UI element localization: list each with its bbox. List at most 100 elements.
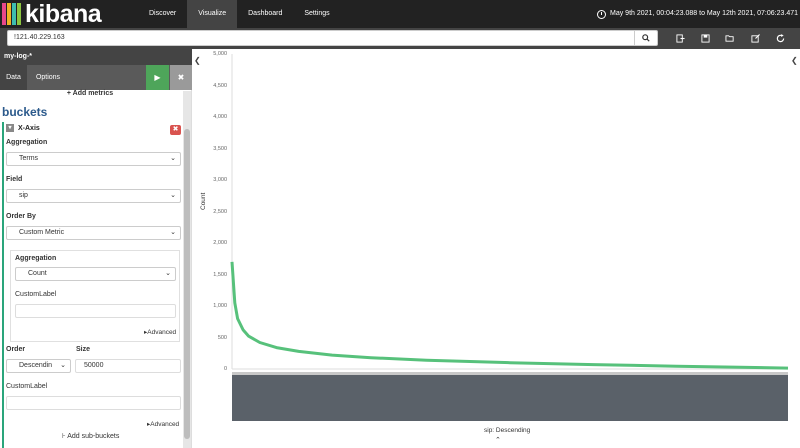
branch-icon: ⊦: [62, 433, 66, 440]
close-icon: ✖: [177, 73, 185, 82]
plus-icon: +: [66, 90, 71, 97]
new-icon: [675, 33, 685, 43]
add-metrics-button[interactable]: + Add metrics: [0, 90, 180, 102]
x-axis-header[interactable]: ▾ X-Axis: [6, 124, 40, 132]
nav-settings[interactable]: Settings: [293, 0, 340, 28]
collapse-sidebar-button[interactable]: ❮: [194, 56, 201, 65]
tab-options[interactable]: Options: [27, 65, 69, 90]
share-icon: [750, 33, 760, 43]
aggregation-select[interactable]: Terms ⌄: [6, 152, 181, 166]
search-button[interactable]: [634, 30, 658, 46]
y-tick-label: 4,000: [213, 114, 227, 120]
kibana-window: kibana Discover Visualize Dashboard Sett…: [0, 0, 800, 448]
sidebar-scrollbar-thumb[interactable]: [184, 129, 190, 439]
add-sub-buckets-button[interactable]: ⊦ Add sub-buckets: [62, 432, 119, 440]
time-picker[interactable]: May 9th 2021, 00:04:23.088 to May 12th 2…: [597, 0, 798, 28]
x-axis-title: sip: Descending: [484, 427, 531, 434]
nav-discover[interactable]: Discover: [138, 0, 187, 28]
add-sub-buckets-label: Add sub-buckets: [67, 433, 120, 440]
time-range-text: May 9th 2021, 00:04:23.088 to May 12th 2…: [610, 10, 798, 17]
chevron-left-icon: ❮: [194, 56, 201, 65]
custom-label-label: CustomLabel: [6, 383, 48, 390]
y-tick-label: 0: [223, 366, 227, 372]
save-button[interactable]: [695, 30, 715, 46]
open-button[interactable]: [720, 30, 740, 46]
order-value: Descendin: [19, 362, 53, 369]
order-by-label: Order By: [6, 213, 36, 220]
query-input[interactable]: !121.40.229.163: [7, 30, 635, 46]
tab-data[interactable]: Data: [0, 65, 27, 90]
kibana-logo[interactable]: kibana: [0, 0, 138, 28]
apply-changes-button[interactable]: ▶: [146, 65, 169, 90]
y-tick-label: 3,000: [213, 177, 227, 183]
y-tick-label: 1,500: [213, 271, 227, 278]
y-tick-label: 5,000: [213, 51, 227, 57]
y-tick-label: 4,500: [213, 82, 227, 89]
index-pattern-title: my-log-*: [0, 49, 192, 65]
y-tick-label: 1,000: [213, 303, 227, 309]
order-by-value: Custom Metric: [19, 229, 65, 236]
logo-bar-pink: [2, 3, 6, 25]
metric-aggregation-label: Aggregation: [15, 255, 57, 262]
metric-custom-label-label: CustomLabel: [15, 291, 57, 298]
custom-metric-panel: Aggregation Count ⌄ CustomLabel ▸Advance…: [10, 250, 180, 342]
clock-icon: [597, 9, 607, 19]
metric-advanced-label: Advanced: [147, 329, 177, 336]
chevron-down-icon: ⌄: [60, 362, 66, 369]
add-metrics-label: Add metrics: [72, 90, 114, 97]
sidebar-tabs: Data Options ▶ ✖: [0, 65, 192, 90]
y-tick-label: 2,000: [213, 240, 227, 246]
logo-text: kibana: [25, 0, 102, 28]
metric-aggregation-value: Count: [28, 270, 47, 277]
aggregation-value: Terms: [19, 155, 39, 162]
chevron-down-icon: ⌄: [170, 229, 176, 236]
metric-advanced-toggle[interactable]: ▸Advanced: [144, 328, 176, 336]
field-label: Field: [6, 176, 23, 183]
play-icon: ▶: [154, 73, 161, 82]
new-visualization-button[interactable]: [670, 30, 690, 46]
logo-bar-green: [17, 3, 21, 25]
nav-dashboard[interactable]: Dashboard: [237, 0, 293, 28]
save-icon: [700, 33, 710, 43]
order-label: Order: [6, 346, 26, 353]
custom-label-input[interactable]: [6, 396, 181, 410]
size-input[interactable]: 50000: [75, 359, 181, 373]
x-axis-title: X-Axis: [18, 124, 40, 132]
logo-mark: [2, 3, 22, 25]
chevron-left-icon: ❮: [791, 56, 798, 65]
top-nav: kibana Discover Visualize Dashboard Sett…: [0, 0, 800, 28]
chevron-down-icon: ⌄: [165, 270, 171, 277]
x-axis-bucket-panel: ▾ X-Axis ✖ Aggregation Terms ⌄ Field sip…: [2, 122, 182, 448]
y-tick-label: 3,500: [213, 145, 227, 152]
metric-aggregation-select[interactable]: Count ⌄: [15, 267, 176, 281]
discard-changes-button[interactable]: ✖: [170, 65, 192, 90]
refresh-button[interactable]: [770, 30, 790, 46]
toggle-spy-button[interactable]: ⌃: [495, 436, 501, 444]
advanced-toggle[interactable]: ▸Advanced: [147, 420, 179, 428]
chevron-down-icon: ⌄: [170, 155, 176, 162]
field-value: sip: [19, 192, 28, 199]
logo-bar-yellow: [7, 3, 11, 25]
visualization-panel: [192, 49, 800, 448]
remove-bucket-button[interactable]: ✖: [170, 125, 181, 135]
logo-bar-teal: [12, 3, 16, 25]
metric-custom-label-input[interactable]: [15, 304, 176, 318]
advanced-label: Advanced: [150, 421, 180, 428]
size-label: Size: [76, 346, 91, 353]
aggregation-label: Aggregation: [6, 139, 48, 146]
y-tick-label: 500: [217, 334, 227, 341]
refresh-icon: [776, 33, 784, 42]
editor-sidebar: my-log-* Data Options ▶ ✖ + Add metrics …: [0, 49, 192, 448]
expand-spy-button[interactable]: ❮: [791, 56, 798, 65]
order-by-select[interactable]: Custom Metric ⌄: [6, 226, 181, 240]
buckets-heading: buckets: [2, 105, 48, 119]
order-select[interactable]: Descendin ⌄: [6, 359, 71, 373]
nav-visualize[interactable]: Visualize: [187, 0, 238, 28]
share-button[interactable]: [745, 30, 765, 46]
chevron-down-icon: ⌄: [170, 192, 176, 199]
chevron-up-icon: ⌃: [495, 437, 501, 444]
close-icon: ✖: [172, 126, 179, 133]
field-select[interactable]: sip ⌄: [6, 189, 181, 203]
collapse-toggle-icon[interactable]: ▾: [6, 124, 14, 132]
open-icon: [725, 34, 734, 42]
